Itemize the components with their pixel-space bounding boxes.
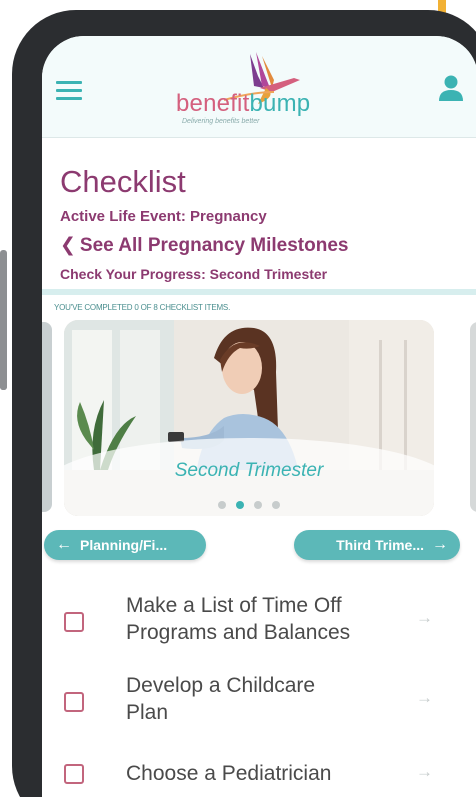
phone-frame: benefitbump Delivering benefits better C… bbox=[12, 10, 476, 797]
benefitbump-logo[interactable]: benefitbump Delivering benefits better bbox=[162, 48, 362, 130]
arrow-left-icon: ← bbox=[56, 536, 72, 553]
app-screen: benefitbump Delivering benefits better C… bbox=[42, 36, 476, 797]
trimester-carousel[interactable]: Second Trimester bbox=[42, 318, 476, 518]
checklist-item-label-line2: Plan bbox=[126, 701, 169, 724]
previous-slide-peek[interactable] bbox=[42, 322, 52, 512]
carousel-dots bbox=[64, 496, 434, 514]
carousel-slide[interactable]: Second Trimester bbox=[64, 320, 434, 516]
hamburger-icon[interactable] bbox=[56, 81, 82, 101]
checklist-item-label[interactable]: Make a List of Time Off Programs and Bal… bbox=[126, 592, 350, 646]
next-slide-peek[interactable] bbox=[470, 322, 476, 512]
chevron-left-icon: ❮ bbox=[60, 235, 76, 256]
progress-label: Check Your Progress: Second Trimester bbox=[60, 266, 328, 282]
next-stage-label: Third Trime... bbox=[336, 537, 424, 553]
milestones-link-label: See All Pregnancy Milestones bbox=[79, 235, 349, 256]
carousel-dot[interactable] bbox=[254, 501, 262, 509]
checklist-checkbox[interactable] bbox=[64, 612, 84, 632]
page-title: Checklist bbox=[60, 164, 186, 199]
carousel-dot[interactable] bbox=[272, 501, 280, 509]
completed-status: YOU'VE COMPLETED 0 OF 8 CHECKLIST ITEMS. bbox=[54, 303, 231, 312]
previous-stage-button[interactable]: ← Planning/Fi... bbox=[44, 530, 206, 560]
phone-side-button-2 bbox=[0, 330, 7, 390]
checklist-item-label-line2: Programs and Balances bbox=[126, 621, 351, 644]
arrow-right-icon[interactable]: → bbox=[416, 608, 433, 628]
arrow-right-icon: → bbox=[432, 536, 448, 553]
carousel-dot[interactable] bbox=[236, 501, 244, 509]
next-stage-button[interactable]: Third Trime... → bbox=[294, 530, 460, 560]
checklist-item-label-line1: Choose a Pediatrician bbox=[126, 762, 332, 785]
checklist-item-label-line1: Develop a Childcare bbox=[126, 674, 316, 697]
logo-tagline: Delivering benefits better bbox=[182, 118, 260, 125]
checklist-item-label[interactable]: Choose a Pediatrician bbox=[126, 760, 331, 787]
progress-bar bbox=[42, 289, 476, 295]
arrow-right-icon[interactable]: → bbox=[416, 688, 433, 708]
checklist-checkbox[interactable] bbox=[64, 764, 84, 784]
app-header: benefitbump Delivering benefits better bbox=[42, 36, 476, 138]
slide-caption: Second Trimester bbox=[174, 460, 324, 481]
checklist-item-label[interactable]: Develop a Childcare Plan bbox=[126, 672, 315, 726]
arrow-right-icon[interactable]: → bbox=[416, 762, 433, 782]
logo-wordmark: benefitbump bbox=[176, 90, 311, 117]
checklist-item-label-line1: Make a List of Time Off bbox=[126, 594, 342, 617]
see-all-milestones-link[interactable]: ❮ See All Pregnancy Milestones bbox=[60, 234, 348, 257]
carousel-dot[interactable] bbox=[218, 501, 226, 509]
checklist-checkbox[interactable] bbox=[64, 692, 84, 712]
previous-stage-label: Planning/Fi... bbox=[80, 537, 168, 553]
user-icon[interactable] bbox=[438, 74, 464, 102]
active-life-event: Active Life Event: Pregnancy bbox=[60, 208, 267, 225]
